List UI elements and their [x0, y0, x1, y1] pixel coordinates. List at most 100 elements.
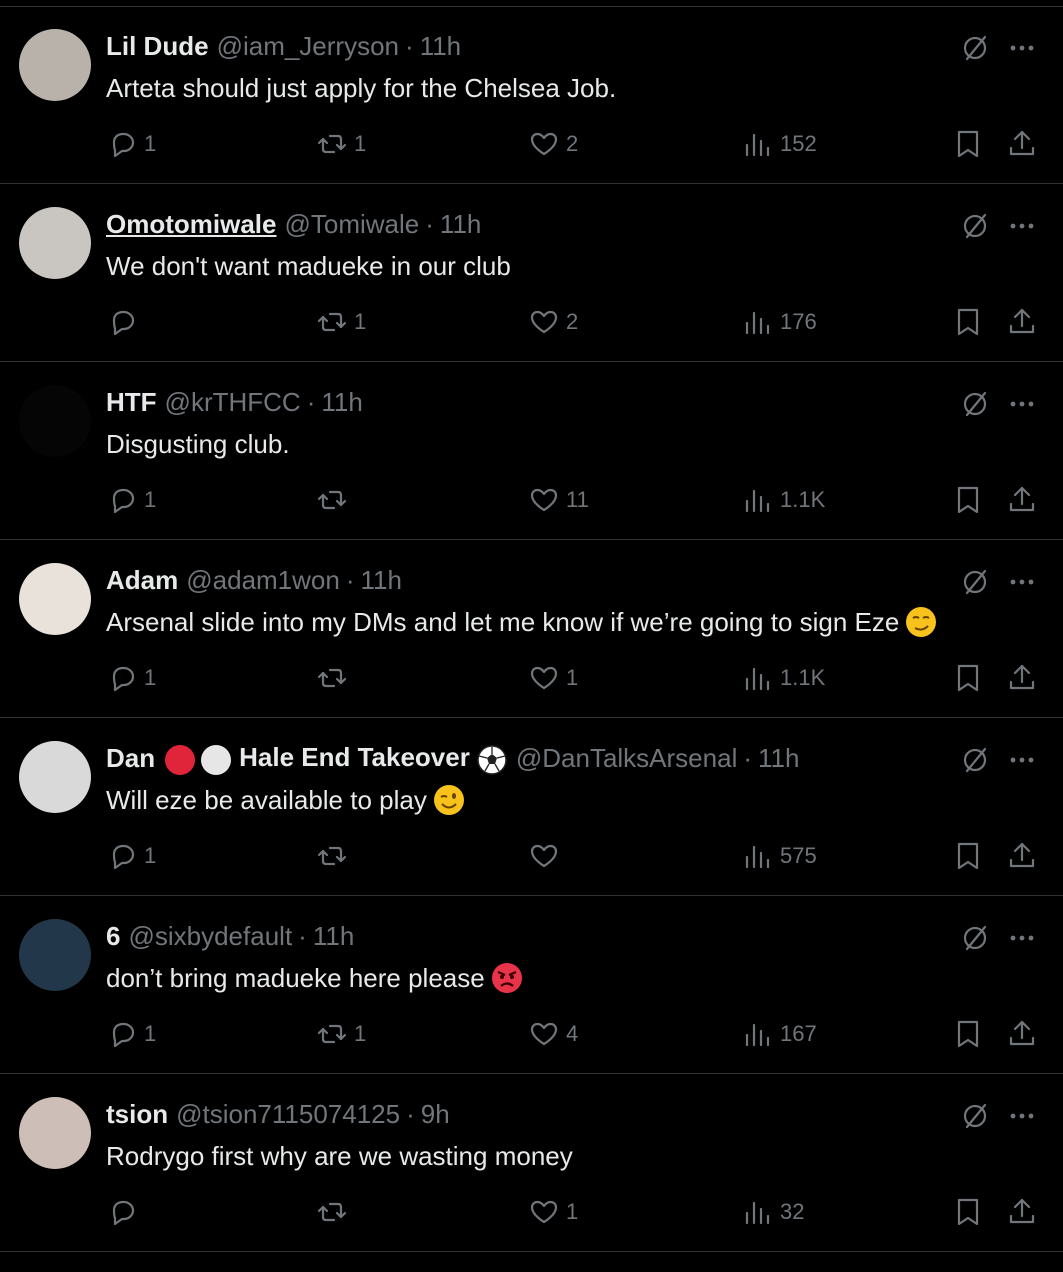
avatar[interactable]: [19, 207, 91, 279]
views-button[interactable]: 152: [742, 127, 817, 161]
author-handle[interactable]: @iam_Jerryson: [217, 29, 399, 63]
grok-icon[interactable]: [960, 389, 990, 419]
more-options-icon[interactable]: [1007, 1101, 1037, 1131]
like-button[interactable]: 2: [528, 127, 578, 161]
bookmark-button[interactable]: [952, 661, 984, 695]
timestamp[interactable]: 11h: [420, 29, 461, 63]
reply-button[interactable]: [106, 305, 144, 339]
bookmark-button[interactable]: [952, 1017, 984, 1051]
more-options-icon[interactable]: [1007, 389, 1037, 419]
grok-icon[interactable]: [960, 923, 990, 953]
repost-icon: [317, 134, 347, 154]
share-button[interactable]: [1006, 839, 1038, 873]
grok-icon[interactable]: [960, 211, 990, 241]
share-button[interactable]: [1006, 305, 1038, 339]
heart-icon: [530, 844, 558, 868]
author-name[interactable]: Lil Dude: [106, 29, 209, 63]
like-button[interactable]: 4: [528, 1017, 578, 1051]
grok-icon[interactable]: [960, 33, 990, 63]
reply-item[interactable]: 6 @sixbydefault · 11h don’t bring maduek…: [0, 897, 1063, 1074]
views-button[interactable]: 176: [742, 305, 817, 339]
reply-text-content: don’t bring madueke here please: [106, 963, 485, 993]
author-handle[interactable]: @krTHFCC: [165, 385, 301, 419]
like-button[interactable]: 11: [528, 483, 589, 517]
reply-button[interactable]: 1: [106, 661, 156, 695]
reply-button[interactable]: 1: [106, 127, 156, 161]
author-handle[interactable]: @sixbydefault: [128, 919, 292, 953]
reply-item[interactable]: tsion @tsion7115074125 · 9h Rodrygo firs…: [0, 1075, 1063, 1252]
bookmark-button[interactable]: [952, 1195, 984, 1229]
bookmark-button[interactable]: [952, 305, 984, 339]
share-button[interactable]: [1006, 483, 1038, 517]
grok-icon[interactable]: [960, 745, 990, 775]
author-name[interactable]: tsion: [106, 1097, 168, 1131]
repost-button[interactable]: 1: [316, 1017, 366, 1051]
bookmark-button[interactable]: [952, 127, 984, 161]
white-circle-icon: [201, 744, 232, 775]
reply-item[interactable]: Lil Dude @iam_Jerryson · 11h Arteta shou…: [0, 7, 1063, 184]
repost-count: 1: [354, 1021, 367, 1046]
author-handle[interactable]: @Tomiwale: [284, 207, 419, 241]
repost-button[interactable]: [316, 483, 354, 517]
more-options-icon[interactable]: [1007, 33, 1037, 63]
views-button[interactable]: 32: [742, 1195, 804, 1229]
reply-icon: [112, 132, 135, 158]
reply-item[interactable]: Adam @adam1won · 11h Arsenal slide into …: [0, 541, 1063, 718]
timestamp[interactable]: 9h: [421, 1097, 450, 1131]
reply-button[interactable]: 1: [106, 1017, 156, 1051]
author-handle[interactable]: @adam1won: [186, 563, 340, 597]
avatar[interactable]: [19, 919, 91, 991]
timestamp[interactable]: 11h: [440, 207, 481, 241]
timestamp[interactable]: 11h: [361, 563, 402, 597]
share-button[interactable]: [1006, 661, 1038, 695]
author-name[interactable]: Omotomiwale: [106, 207, 276, 241]
repost-button[interactable]: [316, 1195, 354, 1229]
reply-item[interactable]: Dan Hale End Takeover @DanTalksArsenal ·…: [0, 719, 1063, 896]
like-button[interactable]: 1: [528, 661, 578, 695]
more-options-icon[interactable]: [1007, 211, 1037, 241]
reply-button[interactable]: 1: [106, 839, 156, 873]
reply-button[interactable]: [106, 1195, 144, 1229]
author-name[interactable]: Dan: [106, 741, 155, 775]
avatar[interactable]: [19, 1097, 91, 1169]
more-options-icon[interactable]: [1007, 567, 1037, 597]
author-name[interactable]: Adam: [106, 563, 178, 597]
like-button[interactable]: 1: [528, 1195, 578, 1229]
author-name[interactable]: HTF: [106, 385, 157, 419]
views-count: 1.1K: [780, 487, 826, 512]
author-handle[interactable]: @DanTalksArsenal: [516, 741, 737, 775]
share-button[interactable]: [1006, 1195, 1038, 1229]
repost-button[interactable]: [316, 661, 354, 695]
grok-icon[interactable]: [960, 1101, 990, 1131]
repost-button[interactable]: 1: [316, 127, 366, 161]
views-button[interactable]: 575: [742, 839, 817, 873]
views-count: 1.1K: [780, 665, 826, 690]
author-handle[interactable]: @tsion7115074125: [176, 1097, 400, 1131]
share-button[interactable]: [1006, 1017, 1038, 1051]
more-options-icon[interactable]: [1007, 745, 1037, 775]
more-options-icon[interactable]: [1007, 923, 1037, 953]
repost-button[interactable]: 1: [316, 305, 366, 339]
avatar[interactable]: [19, 741, 91, 813]
reply-item[interactable]: Omotomiwale @Tomiwale · 11h We don't wan…: [0, 185, 1063, 362]
reply-item[interactable]: HTF @krTHFCC · 11h Disgusting club. 1 11: [0, 363, 1063, 540]
views-button[interactable]: 1.1K: [742, 661, 825, 695]
repost-button[interactable]: [316, 839, 354, 873]
like-button[interactable]: [528, 839, 566, 873]
timestamp[interactable]: 11h: [758, 741, 799, 775]
timestamp[interactable]: 11h: [321, 385, 362, 419]
like-button[interactable]: 2: [528, 305, 578, 339]
grok-icon[interactable]: [960, 567, 990, 597]
avatar[interactable]: [19, 563, 91, 635]
views-button[interactable]: 1.1K: [742, 483, 825, 517]
avatar[interactable]: [19, 29, 91, 101]
share-button[interactable]: [1006, 127, 1038, 161]
reply-text-content: We don't want madueke in our club: [106, 251, 511, 281]
timestamp[interactable]: 11h: [313, 919, 354, 953]
bookmark-button[interactable]: [952, 483, 984, 517]
bookmark-button[interactable]: [952, 839, 984, 873]
avatar[interactable]: [19, 385, 91, 457]
views-button[interactable]: 167: [742, 1017, 817, 1051]
author-name[interactable]: 6: [106, 919, 120, 953]
reply-button[interactable]: 1: [106, 483, 156, 517]
